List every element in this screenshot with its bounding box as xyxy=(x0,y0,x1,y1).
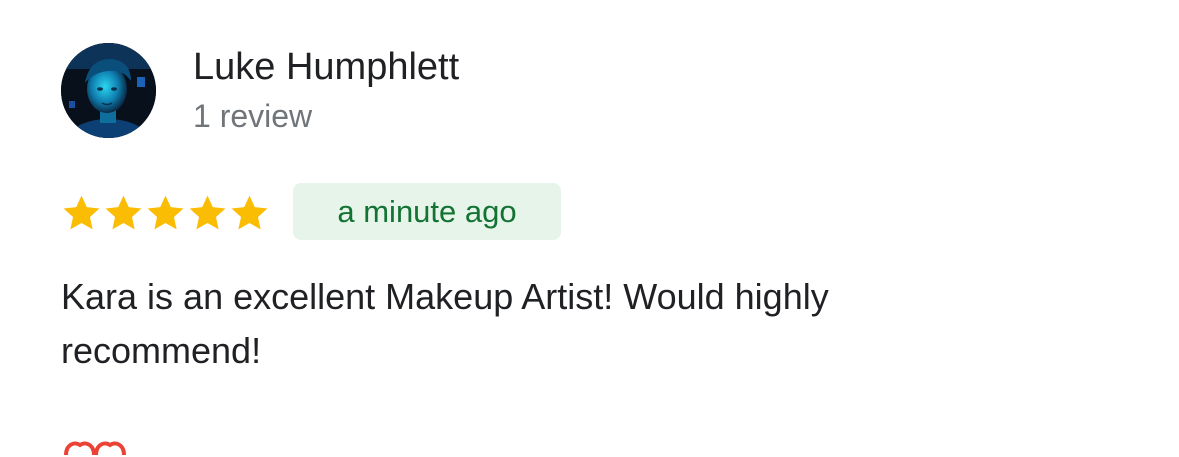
star-icon xyxy=(63,195,100,229)
review-count: 1 review xyxy=(193,98,313,134)
avatar-image xyxy=(61,43,156,138)
star-icon xyxy=(189,195,226,229)
review-card: Luke Humphlett 1 review a minute ago Kar… xyxy=(0,0,1179,456)
author-name[interactable]: Luke Humphlett xyxy=(193,44,459,90)
star-icon xyxy=(105,195,142,229)
avatar[interactable] xyxy=(61,43,156,138)
review-text: Kara is an excellent Makeup Artist! Woul… xyxy=(61,276,829,371)
star-rating xyxy=(61,190,270,236)
star-icon xyxy=(147,195,184,229)
time-ago-badge: a minute ago xyxy=(293,183,561,240)
heart-icon[interactable] xyxy=(62,437,128,457)
star-icon xyxy=(231,195,268,229)
